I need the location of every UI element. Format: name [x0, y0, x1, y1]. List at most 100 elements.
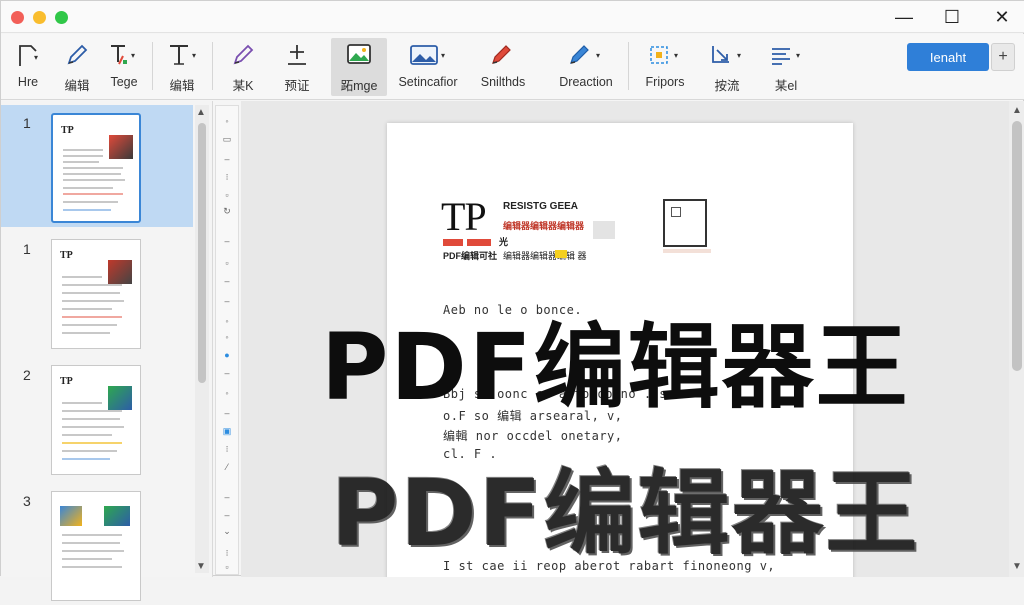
page-thumbnail-row[interactable]: 2 TP — [1, 357, 193, 479]
svg-text:▾: ▾ — [737, 51, 741, 60]
red-pen-icon — [492, 45, 511, 64]
page-thumbnail-row[interactable]: 3 — [1, 483, 193, 605]
page-number: 1 — [23, 241, 31, 257]
scroll-up-arrow-icon[interactable]: ▲ — [1012, 105, 1022, 116]
tool-add-line[interactable]: 预证 — [275, 38, 319, 96]
page-subheading[interactable]: PDF编辑可社 — [443, 249, 497, 262]
maximize-button[interactable]: ☐ — [937, 5, 967, 29]
tool-blue-pen[interactable]: ▾ Dreaction — [551, 38, 621, 96]
svg-text:▾: ▾ — [34, 53, 38, 62]
page-number: 1 — [23, 115, 31, 131]
page-heading[interactable]: TP — [441, 193, 487, 240]
tool-label: Hre — [17, 75, 39, 89]
strip-tool-icon[interactable]: – — [221, 276, 233, 286]
canvas-scroll-thumb[interactable] — [1012, 121, 1022, 371]
page-thumbnail[interactable]: TP — [51, 365, 141, 475]
strip-tool-icon[interactable]: – — [221, 492, 233, 502]
strip-tool-icon[interactable]: ◦ — [221, 316, 233, 326]
tool-list[interactable]: ▾ 某el — [765, 38, 807, 96]
scroll-down-arrow-icon[interactable]: ▼ — [196, 561, 206, 572]
document-canvas[interactable]: TP RESISTG GEEA 编辑器编辑器编辑器 光 PDF编辑可社 编辑器编… — [241, 101, 1009, 577]
page-thumbnail-row[interactable]: 1 TP — [1, 105, 193, 227]
sidebar-scroll-thumb[interactable] — [198, 123, 206, 383]
page-subheading[interactable]: 编辑器编辑器编辑器 — [503, 219, 584, 232]
tool-red-pen[interactable]: Snilthds — [471, 38, 535, 96]
svg-text:▾: ▾ — [596, 51, 600, 60]
zoom-traffic-light[interactable] — [55, 11, 68, 24]
page-subheading[interactable]: 编辑器编辑器编辑 器 — [503, 249, 587, 262]
tool-marker[interactable]: 某K — [221, 38, 265, 96]
strip-tool-icon[interactable]: ◦ — [221, 116, 233, 126]
tool-label: 某el — [774, 79, 798, 93]
crop-icon: ▾ — [650, 46, 678, 64]
minimize-traffic-light[interactable] — [33, 11, 46, 24]
page-thumbnail[interactable]: TP — [51, 239, 141, 349]
thumb-image — [109, 135, 133, 159]
yellow-highlight — [555, 250, 567, 258]
strip-tool-icon[interactable]: – — [221, 510, 233, 520]
strip-tool-icon[interactable]: – — [221, 154, 233, 164]
blue-pen-icon: ▾ — [570, 45, 600, 64]
strip-tool-icon[interactable]: – — [221, 408, 233, 418]
strip-tool-icon[interactable]: ↻ — [221, 206, 233, 216]
strip-tool-icon[interactable]: ⁝ — [221, 548, 233, 558]
close-button[interactable]: ✕ — [987, 5, 1017, 29]
minimize-button[interactable]: — — [889, 5, 919, 29]
page-subheading[interactable]: RESISTG GEEA — [503, 201, 578, 212]
strip-tool-icon[interactable]: – — [221, 368, 233, 378]
strip-tool-icon[interactable]: ◦ — [221, 388, 233, 398]
main-toolbar: ▾ Hre 编辑 ▾ Tege ▾ 编辑 某K 预证 跖mge ▾ Setinc… — [1, 34, 1024, 100]
tool-text[interactable]: ▾ 编辑 — [157, 38, 207, 96]
strip-tool-icon[interactable]: ⁝ — [221, 172, 233, 182]
page-thumbnail[interactable] — [51, 491, 141, 601]
scroll-down-arrow-icon[interactable]: ▼ — [1012, 561, 1022, 572]
sidebar-scrollbar[interactable]: ▲ ▼ — [195, 105, 209, 573]
tool-label: Tege — [110, 75, 138, 89]
tool-edit[interactable]: 编辑 — [57, 38, 97, 96]
image-placeholder[interactable] — [663, 199, 707, 247]
add-tab-button[interactable]: + — [991, 43, 1015, 71]
tool-image[interactable]: 跖mge — [331, 38, 387, 96]
thumb-image — [104, 506, 130, 526]
tool-label: 预证 — [284, 79, 310, 93]
strip-tool-icon[interactable]: ● — [221, 350, 233, 360]
svg-text:▾: ▾ — [796, 51, 800, 60]
page-thumbnail-row[interactable]: 1 TP — [1, 231, 193, 353]
strip-tool-icon[interactable]: ◦ — [221, 332, 233, 342]
primary-action-button[interactable]: Ienaht — [907, 43, 989, 71]
tool-select[interactable]: ▾ Hre — [7, 38, 49, 96]
strip-tool-icon[interactable]: ▣ — [221, 426, 233, 436]
svg-text:▾: ▾ — [441, 51, 445, 60]
list-icon: ▾ — [772, 48, 800, 65]
image-icon — [347, 44, 371, 64]
tool-crop[interactable]: ▾ Fripors — [637, 38, 693, 96]
gray-block — [593, 221, 615, 239]
vertical-tool-strip: ◦ ▭ – ⁝ ▫ ↻ – ▫ – – ◦ ◦ ● – ◦ – ▣ ⁝ ⁄ – … — [215, 105, 239, 575]
strip-tool-icon[interactable]: ▫ — [221, 562, 233, 572]
page-thumbnail[interactable]: TP — [51, 113, 141, 223]
chevron-down-icon[interactable]: ⌄ — [221, 526, 233, 536]
add-line-icon — [288, 45, 306, 65]
strip-tool-icon[interactable]: – — [221, 236, 233, 246]
tool-image-insert[interactable]: ▾ Setincafior — [397, 38, 459, 96]
strip-tool-icon[interactable]: ⁝ — [221, 444, 233, 454]
thumb-image — [108, 260, 132, 284]
canvas-scrollbar[interactable]: ▲ ▼ — [1009, 101, 1024, 577]
text-format-icon: ▾ — [111, 45, 135, 65]
tool-transform[interactable]: ▾ 按流 — [701, 38, 753, 96]
scroll-up-arrow-icon[interactable]: ▲ — [196, 107, 206, 118]
strip-tool-icon[interactable]: ▭ — [221, 134, 233, 144]
tool-label: 编辑 — [64, 79, 90, 93]
strip-tool-icon[interactable]: ▫ — [221, 258, 233, 268]
tool-label: 编辑 — [169, 79, 195, 93]
thumbnail-sidebar: 1 TP 1 TP 2 TP 3 ▲ ▼ — [1, 101, 213, 601]
tool-text-format[interactable]: ▾ Tege — [101, 38, 147, 96]
close-traffic-light[interactable] — [11, 11, 24, 24]
strip-tool-icon[interactable]: ⁄ — [221, 462, 233, 472]
strip-tool-icon[interactable]: – — [221, 296, 233, 306]
strip-tool-icon[interactable]: ▫ — [221, 190, 233, 200]
tool-label: Dreaction — [559, 75, 613, 89]
toolbar-separator — [212, 42, 213, 90]
tool-label: Setincafior — [398, 75, 458, 89]
image-insert-icon: ▾ — [410, 45, 445, 65]
